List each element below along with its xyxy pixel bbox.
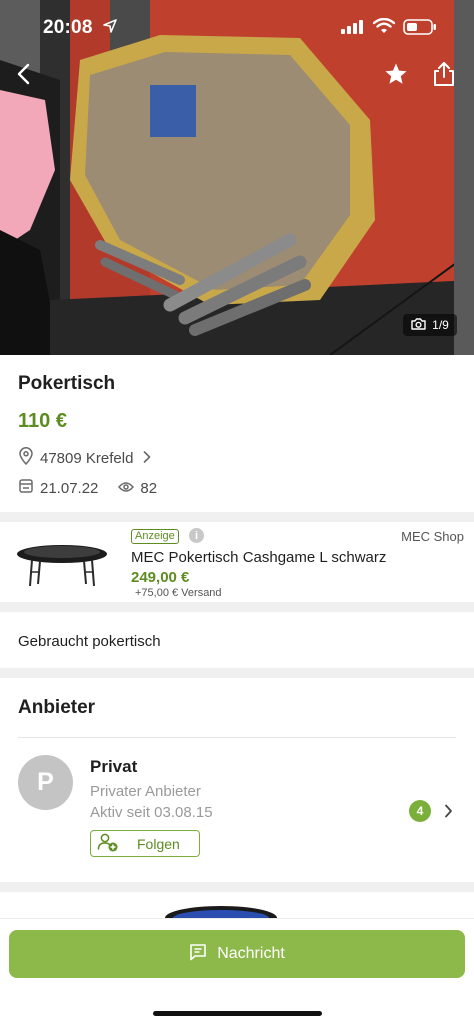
ad-title: MEC Pokertisch Cashgame L schwarz xyxy=(131,549,387,566)
follow-label: Folgen xyxy=(137,835,180,852)
location-arrow-icon xyxy=(103,19,117,38)
listing-price: 110 € xyxy=(18,410,67,432)
info-icon[interactable]: i xyxy=(189,528,204,543)
listing-date: 21.07.22 xyxy=(40,479,99,497)
follow-person-icon xyxy=(97,832,119,855)
message-button[interactable]: Nachricht xyxy=(9,930,465,978)
bottom-action-bar: Nachricht xyxy=(0,918,474,1024)
sponsored-ad[interactable]: Anzeige i MEC Shop MEC Pokertisch Cashga… xyxy=(0,522,474,602)
seller-card[interactable]: P Privat Privater Anbieter Aktiv seit 03… xyxy=(0,748,474,868)
chevron-right-icon xyxy=(143,450,151,467)
ad-shipping: +75,00 € Versand xyxy=(135,587,222,599)
home-indicator[interactable] xyxy=(153,1011,322,1016)
divider xyxy=(0,882,474,892)
avatar: P xyxy=(18,755,73,810)
ad-product-image xyxy=(17,545,107,587)
listing-photo xyxy=(0,0,474,355)
favorite-button[interactable] xyxy=(380,60,412,92)
listing-description: Gebraucht pokertisch xyxy=(18,633,161,650)
camera-icon xyxy=(411,317,426,333)
location-pin-icon xyxy=(18,447,34,469)
chevron-right-icon[interactable] xyxy=(444,804,453,823)
battery-icon xyxy=(403,19,437,40)
seller-type: Privater Anbieter xyxy=(90,783,201,800)
wifi-icon xyxy=(372,17,396,39)
divider xyxy=(0,512,474,522)
share-button[interactable] xyxy=(428,60,460,92)
signal-icon xyxy=(341,20,365,39)
ad-badge: Anzeige xyxy=(131,529,179,544)
photo-counter: 1/9 xyxy=(403,314,457,336)
photo-counter-text: 1/9 xyxy=(432,318,449,332)
listing-title: Pokertisch xyxy=(18,373,116,394)
ad-price: 249,00 € xyxy=(131,569,190,586)
eye-icon xyxy=(118,480,135,497)
listing-meta: 21.07.22 82 xyxy=(18,478,157,498)
location-link[interactable]: 47809 Krefeld xyxy=(18,447,151,469)
follow-button[interactable]: Folgen xyxy=(90,830,200,857)
listing-photo-gallery[interactable]: 20:08 1/9 xyxy=(0,0,474,355)
divider xyxy=(0,602,474,612)
share-icon xyxy=(432,61,456,92)
location-text: 47809 Krefeld xyxy=(40,449,134,467)
seller-section-title: Anbieter xyxy=(18,697,96,718)
ad-shop-name: MEC Shop xyxy=(401,529,464,544)
view-count: 82 xyxy=(140,479,158,497)
divider xyxy=(0,668,474,678)
seller-listing-count: 4 xyxy=(409,800,431,822)
back-arrow-icon xyxy=(16,63,32,90)
chat-icon xyxy=(189,943,207,966)
seller-name: Privat xyxy=(90,757,138,776)
status-bar: 20:08 xyxy=(0,0,474,50)
seller-active-since: Aktiv seit 03.08.15 xyxy=(90,804,213,821)
message-label: Nachricht xyxy=(217,945,285,962)
divider xyxy=(18,737,456,738)
back-button[interactable] xyxy=(8,60,40,92)
status-time: 20:08 xyxy=(43,17,93,38)
calendar-icon xyxy=(18,478,34,498)
star-icon xyxy=(384,62,408,91)
